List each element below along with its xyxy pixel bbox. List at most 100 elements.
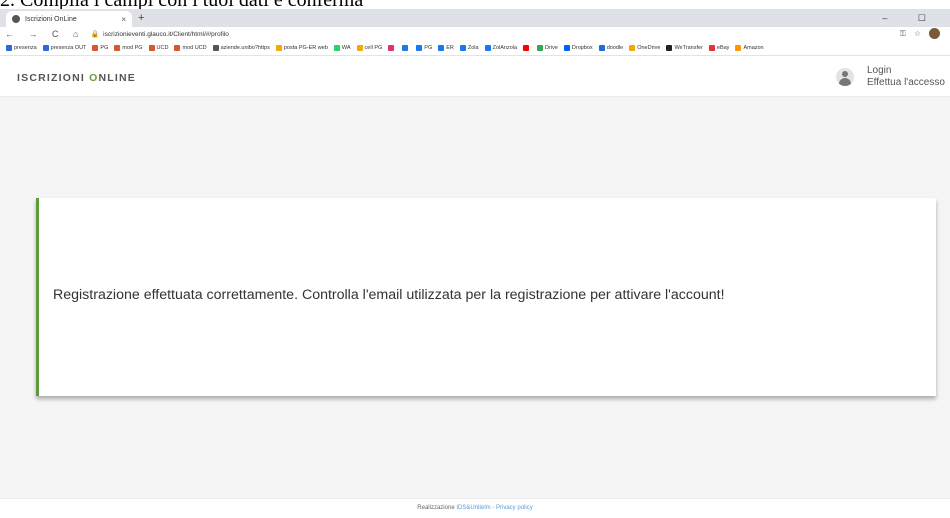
bookmark-item[interactable]: Dropbox (563, 45, 593, 51)
browser-tab[interactable]: Iscrizioni OnLine × (6, 11, 132, 27)
bookmark-label: eBay (716, 45, 730, 51)
bookmark-label: PG (100, 45, 109, 51)
new-tab-button[interactable]: + (138, 13, 144, 24)
bookmark-label: mod PG (122, 45, 143, 51)
bookmark-label: ER (446, 45, 454, 51)
bookmark-item[interactable]: ER (438, 45, 454, 51)
window-controls[interactable]: – ☐ (882, 13, 940, 24)
bookmark-item[interactable]: Drive (537, 45, 558, 51)
bookmark-label: presenza (14, 45, 37, 51)
bookmark-label: Zola (467, 45, 479, 51)
bookmark-icon (416, 45, 423, 51)
bookmark-item[interactable]: presenza OUT (42, 45, 87, 51)
bookmark-icon (484, 45, 491, 51)
bookmark-item[interactable]: PG (416, 45, 432, 51)
bookmark-icon (537, 45, 544, 51)
star-icon[interactable]: ☆ (914, 29, 921, 38)
bookmark-icon (174, 45, 181, 51)
bookmark-item[interactable]: mod UCD (174, 45, 207, 51)
bookmark-label: presenza OUT (50, 45, 87, 51)
bookmark-item[interactable]: cell PG (356, 45, 383, 51)
bookmark-item[interactable]: posta PG-ER web (275, 45, 328, 51)
bookmark-label: WA (341, 45, 351, 51)
bookmark-icon (402, 45, 409, 51)
bookmark-icon (42, 45, 49, 51)
bookmark-item[interactable]: PG (92, 45, 108, 51)
bookmark-label: WeTransfer (674, 45, 703, 51)
instruction-caption: 2. Compila i campi con i tuoi dati e con… (0, 0, 364, 11)
bookmark-icon (629, 45, 636, 51)
close-icon[interactable]: × (121, 15, 126, 24)
bookmark-item[interactable] (402, 45, 410, 51)
bookmark-label: UCD (156, 45, 169, 51)
url-field[interactable]: iscrizionieventi.glauco.it/Client/html/#… (103, 31, 229, 38)
footer: Realizzazione IDS&Unitelm - Privacy poli… (0, 498, 950, 518)
bookmark-icon (333, 45, 340, 51)
footer-link-privacy[interactable]: Privacy policy (496, 505, 533, 511)
main-content: Registrazione effettuata correttamente. … (0, 97, 950, 498)
bookmark-icon (114, 45, 121, 51)
bookmark-icon (459, 45, 466, 51)
login-label[interactable]: Login (867, 65, 945, 77)
bookmark-icon (666, 45, 673, 51)
bookmark-item[interactable]: presenza (6, 45, 37, 51)
bookmark-label: doodle (606, 45, 624, 51)
login-area[interactable]: Login Effettua l'accesso (836, 65, 945, 89)
bookmark-item[interactable]: aziende.unibo?https (212, 45, 270, 51)
bookmark-icon (212, 45, 219, 51)
tab-title: Iscrizioni OnLine (25, 15, 77, 23)
bookmark-icon (598, 45, 605, 51)
nav-buttons[interactable]: ← → C ⌂ (5, 29, 84, 39)
bookmark-icon (275, 45, 282, 51)
brand-o: O (89, 72, 99, 84)
bookmark-item[interactable]: WeTransfer (666, 45, 703, 51)
bookmark-icon (735, 45, 742, 51)
bookmark-label: PG (424, 45, 433, 51)
bookmarks-bar: presenza presenza OUT PG mod PG UCD mod UCD az… (0, 41, 950, 56)
key-icon[interactable]: ⚿ (900, 29, 906, 39)
bookmark-icon (92, 45, 99, 51)
bookmark-item[interactable]: WA (333, 45, 351, 51)
bookmark-item[interactable]: ZolAnzola (484, 45, 518, 51)
bookmark-icon (388, 45, 395, 51)
bookmark-label: OneDrive (637, 45, 661, 51)
bookmark-item[interactable]: doodle (598, 45, 624, 51)
bookmark-icon (438, 45, 445, 51)
bookmark-label: ZolAnzola (492, 45, 518, 51)
bookmark-item[interactable] (388, 45, 396, 51)
bookmark-item[interactable]: Zola (459, 45, 479, 51)
bookmark-icon (708, 45, 715, 51)
bookmark-icon (523, 45, 530, 51)
bookmark-item[interactable]: UCD (148, 45, 169, 51)
user-avatar-icon[interactable] (836, 68, 854, 86)
bookmark-label: posta PG-ER web (283, 45, 328, 51)
login-sublabel[interactable]: Effettua l'accesso (867, 77, 945, 89)
bookmark-item[interactable]: Amazon (735, 45, 764, 51)
success-message-card: Registrazione effettuata correttamente. … (36, 198, 936, 396)
bookmark-label: cell PG (364, 45, 383, 51)
browser-tab-bar: Iscrizioni OnLine × + – ☐ (0, 9, 950, 27)
globe-icon (12, 15, 20, 23)
success-message: Registrazione effettuata correttamente. … (53, 287, 725, 303)
bookmark-item[interactable]: mod PG (114, 45, 143, 51)
profile-avatar-icon[interactable] (929, 28, 940, 39)
bookmark-item[interactable]: eBay (708, 45, 730, 51)
bookmark-icon (563, 45, 570, 51)
app-logo[interactable]: ISCRIZIONI ONLINE (17, 72, 136, 84)
bookmark-label: Drive (545, 45, 558, 51)
footer-separator: - (492, 505, 495, 511)
footer-link-ids-unitelm[interactable]: IDS&Unitelm (456, 505, 490, 511)
brand-suffix: NLINE (98, 72, 136, 84)
bookmark-item[interactable] (523, 45, 531, 51)
lock-icon[interactable]: 🔒 (90, 30, 99, 38)
bookmark-icon (356, 45, 363, 51)
bookmark-label: Dropbox (571, 45, 593, 51)
footer-prefix: Realizzazione (417, 505, 455, 511)
brand-prefix: ISCRIZIONI (17, 72, 90, 84)
bookmark-icon (148, 45, 155, 51)
bookmark-label: Amazon (743, 45, 764, 51)
bookmark-label: mod UCD (182, 45, 207, 51)
bookmark-item[interactable]: OneDrive (629, 45, 660, 51)
app-header: ISCRIZIONI ONLINE Login Effettua l'acces… (0, 56, 950, 97)
address-bar: ← → C ⌂ 🔒 iscrizionieventi.glauco.it/Cli… (0, 27, 950, 41)
